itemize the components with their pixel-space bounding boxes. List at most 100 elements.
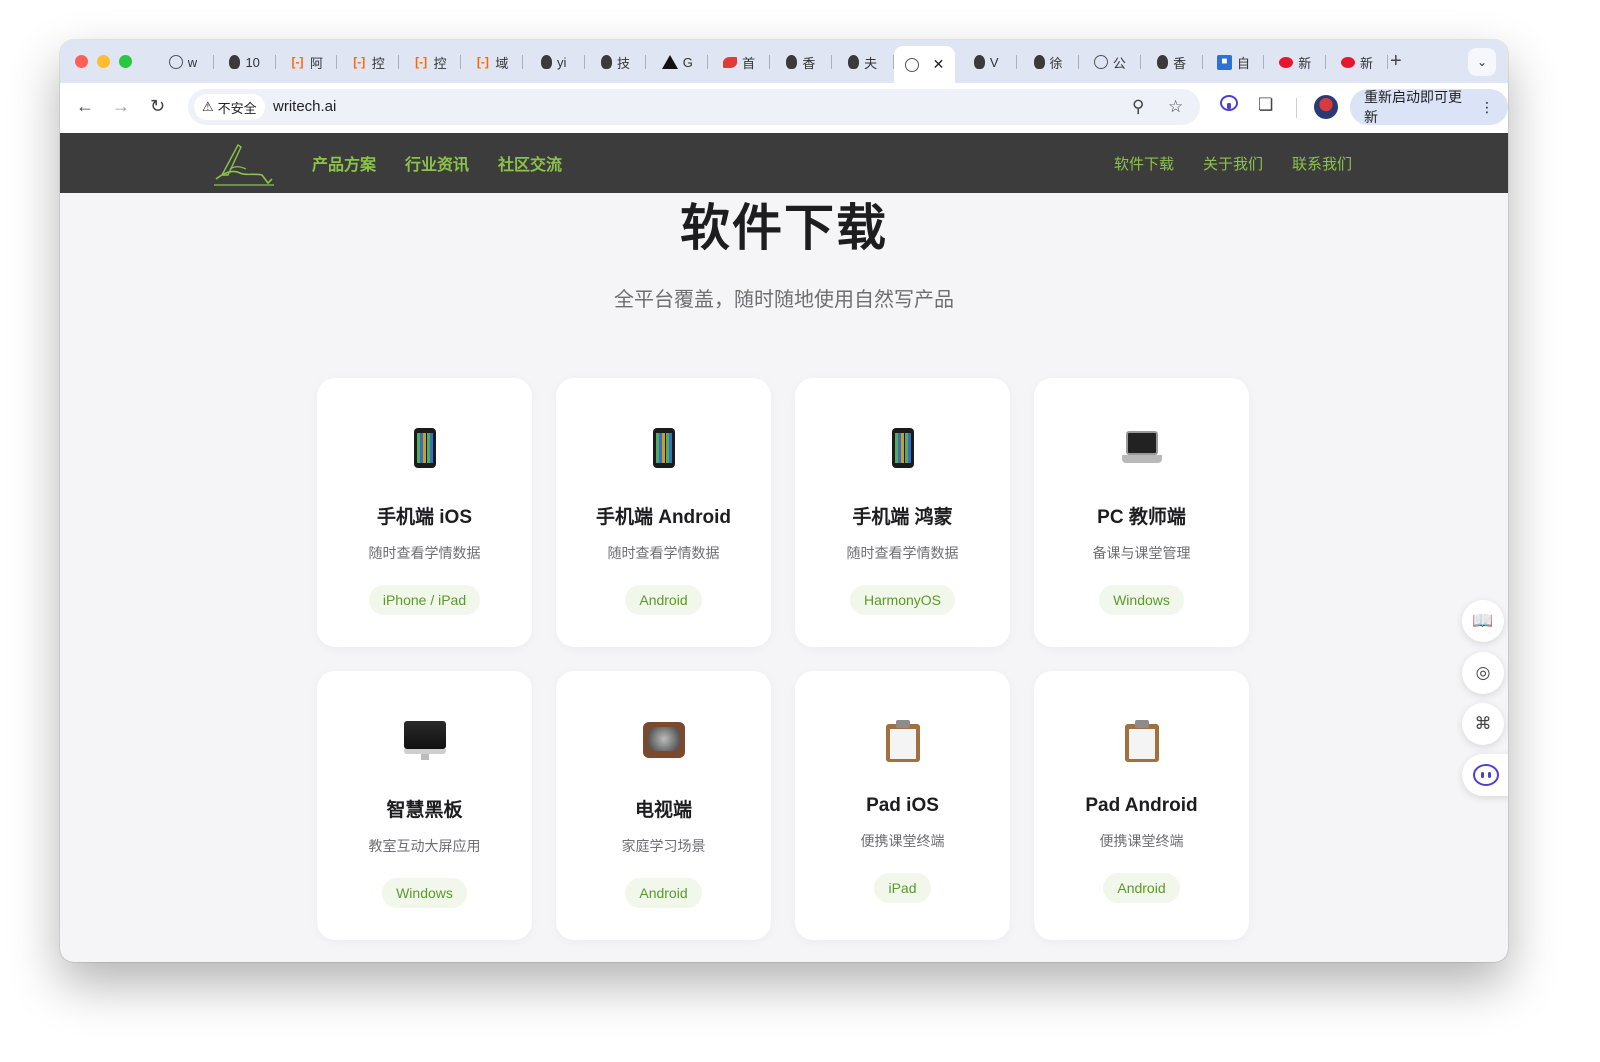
browser-tab[interactable]: G xyxy=(646,46,708,78)
bookmark-star-icon[interactable]: ☆ xyxy=(1168,97,1183,117)
browser-tab[interactable]: ✕ xyxy=(893,46,956,83)
warning-icon: ⚠ xyxy=(202,99,214,114)
browser-tab[interactable]: 新 xyxy=(1264,46,1326,78)
profile-avatar[interactable] xyxy=(1314,95,1338,119)
page-title: 软件下载 xyxy=(680,200,888,256)
tab-title: 控 xyxy=(433,55,447,71)
browser-tab[interactable]: 首 xyxy=(708,46,770,78)
minimize-window-button[interactable] xyxy=(97,55,110,68)
update-button[interactable]: 重新启动即可更新 ⋮ xyxy=(1350,89,1508,125)
close-tab-icon[interactable]: ✕ xyxy=(933,56,945,73)
weibo-icon xyxy=(1341,56,1356,68)
card-title: 手机端 Android xyxy=(595,507,732,528)
security-chip[interactable]: ⚠ 不安全 xyxy=(194,94,265,120)
browser-tab[interactable]: [-] 阿 xyxy=(276,46,338,78)
tab-title: 阿 xyxy=(309,55,323,71)
apps-grid-icon[interactable]: ⌘ xyxy=(1462,703,1504,745)
browser-tab[interactable]: 香 xyxy=(770,46,832,78)
tab-search-button[interactable]: ⌄ xyxy=(1468,48,1496,76)
browser-tab[interactable]: [-] 控 xyxy=(337,46,399,78)
url-text[interactable]: writech.ai xyxy=(273,98,336,115)
reload-button[interactable]: ↻ xyxy=(150,96,165,117)
browser-tab[interactable]: 公 xyxy=(1079,46,1141,78)
new-tab-button[interactable]: + xyxy=(1390,50,1402,73)
assistant-bot-icon[interactable] xyxy=(1462,754,1508,796)
clipboard-icon xyxy=(881,719,925,763)
download-card[interactable]: 智慧黑板 教室互动大屏应用 Windows xyxy=(317,671,532,940)
download-card[interactable]: 手机端 Android 随时查看学情数据 Android xyxy=(556,378,771,647)
platform-badge[interactable]: iPad xyxy=(874,873,931,903)
browser-tab[interactable]: 10 xyxy=(214,46,276,78)
browser-tab[interactable]: [-] 域 xyxy=(461,46,523,78)
extensions-puzzle-icon[interactable]: ❏ xyxy=(1258,95,1273,115)
card-title: 电视端 xyxy=(634,800,692,821)
download-card[interactable]: 手机端 iOS 随时查看学情数据 iPhone / iPad xyxy=(317,378,532,647)
download-card[interactable]: PC 教师端 备课与课堂管理 Windows xyxy=(1034,378,1249,647)
tv-icon xyxy=(642,719,686,763)
platform-badge[interactable]: Windows xyxy=(1099,585,1184,615)
tab-title: V xyxy=(989,54,999,70)
close-window-button[interactable] xyxy=(75,55,88,68)
nav-contact[interactable]: 联系我们 xyxy=(1292,153,1352,174)
browser-tab[interactable]: 技 xyxy=(585,46,647,78)
platform-badge[interactable]: Android xyxy=(1103,873,1180,903)
browser-tab[interactable]: w xyxy=(152,46,214,78)
weibo-icon xyxy=(1279,56,1294,68)
platform-badge[interactable]: iPhone / iPad xyxy=(368,585,481,615)
nav-about[interactable]: 关于我们 xyxy=(1203,153,1263,174)
browser-tab[interactable]: yi xyxy=(523,46,585,78)
nav-products[interactable]: 产品方案 xyxy=(312,151,376,175)
card-description: 随时查看学情数据 xyxy=(846,545,959,561)
download-card[interactable]: Pad Android 便携课堂终端 Android xyxy=(1034,671,1249,940)
back-button[interactable]: ← xyxy=(76,96,94,117)
tab-title: 徐 xyxy=(1049,55,1063,71)
browser-tab[interactable]: 新 xyxy=(1326,46,1388,78)
browser-tab[interactable]: ■ 自 xyxy=(1203,46,1265,78)
maximize-window-button[interactable] xyxy=(119,55,132,68)
platform-badge[interactable]: Android xyxy=(625,878,702,908)
tab-title: 首 xyxy=(742,55,756,71)
update-label: 重新启动即可更新 xyxy=(1364,89,1462,125)
tab-title: 新 xyxy=(1360,55,1374,71)
secondary-nav: 软件下载 关于我们 联系我们 xyxy=(1114,133,1352,193)
blue-logo-icon: ■ xyxy=(1216,54,1232,70)
primary-nav: 产品方案 行业资讯 社区交流 xyxy=(312,133,562,193)
card-description: 随时查看学情数据 xyxy=(368,545,481,561)
browser-tab[interactable]: [-] 控 xyxy=(399,46,461,78)
card-description: 随时查看学情数据 xyxy=(607,545,720,561)
broadcast-icon[interactable]: ◎ xyxy=(1462,652,1504,694)
browser-toolbar: ← → ↻ ⚠ 不安全 writech.ai ⚲ ☆ ❏ 重新启动即可更新 ⋮ xyxy=(60,83,1508,133)
more-menu-icon[interactable]: ⋮ xyxy=(1480,99,1494,116)
extension-bot-icon[interactable] xyxy=(1220,95,1238,116)
nav-community[interactable]: 社区交流 xyxy=(498,151,562,175)
forward-button[interactable]: → xyxy=(112,96,130,117)
person-icon xyxy=(1157,55,1169,69)
download-card[interactable]: Pad iOS 便携课堂终端 iPad xyxy=(795,671,1010,940)
book-icon[interactable]: 📖 xyxy=(1462,600,1504,642)
tab-title: w xyxy=(187,54,198,70)
platform-badge[interactable]: HarmonyOS xyxy=(849,585,956,615)
tabs: w 10 [-] 阿 [-] 控 [-] 控 [-] 域 yi 技 G 首 香 夫 ✕ V 徐 公 香 ■ 自 新 新 xyxy=(152,46,1388,83)
person-icon xyxy=(540,55,552,69)
bracket-icon: [-] xyxy=(415,55,428,69)
tab-title: 新 xyxy=(1298,55,1312,71)
platform-badge[interactable]: Windows xyxy=(382,878,467,908)
phone-icon xyxy=(403,426,447,470)
download-card[interactable]: 手机端 鸿蒙 随时查看学情数据 HarmonyOS xyxy=(795,378,1010,647)
browser-tab[interactable]: 夫 xyxy=(832,46,894,78)
browser-tab[interactable]: V xyxy=(955,46,1017,78)
tab-title: 夫 xyxy=(864,55,878,71)
card-title: 智慧黑板 xyxy=(386,800,463,821)
browser-tab[interactable]: 香 xyxy=(1141,46,1203,78)
phone-icon xyxy=(881,426,925,470)
card-description: 便携课堂终端 xyxy=(1099,833,1184,849)
browser-tab[interactable]: 徐 xyxy=(1017,46,1079,78)
writech-logo[interactable] xyxy=(210,139,276,187)
nav-download[interactable]: 软件下载 xyxy=(1114,153,1174,174)
person-icon xyxy=(600,55,612,69)
nav-news[interactable]: 行业资讯 xyxy=(405,151,469,175)
download-card[interactable]: 电视端 家庭学习场景 Android xyxy=(556,671,771,940)
zoom-icon[interactable]: ⚲ xyxy=(1132,97,1144,117)
address-bar[interactable]: ⚠ 不安全 writech.ai ⚲ ☆ xyxy=(188,89,1200,125)
platform-badge[interactable]: Android xyxy=(625,585,702,615)
